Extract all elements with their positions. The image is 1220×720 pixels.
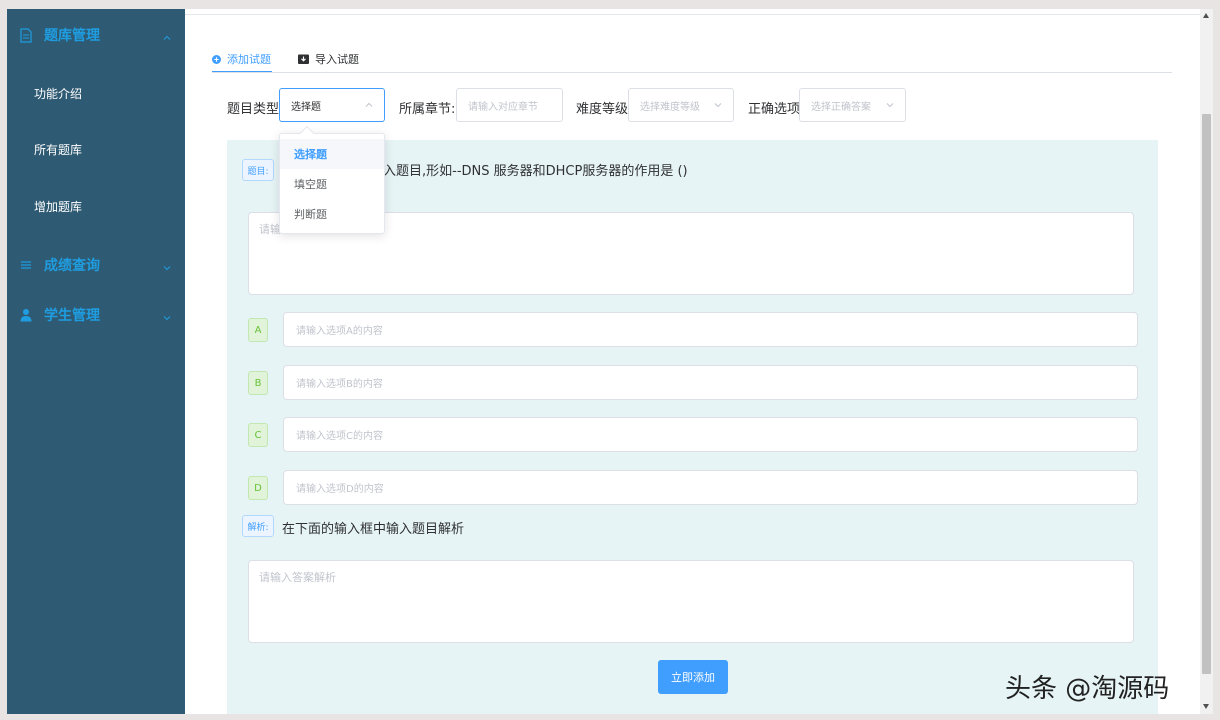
chapter-placeholder: 请输入对应章节 xyxy=(468,101,538,113)
question-hint: 入题目,形如--DNS 服务器和DHCP服务器的作用是 () xyxy=(383,164,688,179)
difficulty-select[interactable]: 选择难度等级 xyxy=(628,88,734,122)
dropdown-option-judge[interactable]: 判断题 xyxy=(280,199,384,229)
correct-answer-placeholder: 选择正确答案 xyxy=(811,101,871,113)
tabs-divider xyxy=(212,72,1172,73)
dropdown-option-fill[interactable]: 填空题 xyxy=(280,169,384,199)
sidebar-item-label: 所有题库 xyxy=(34,142,83,157)
chevron-down-icon xyxy=(713,100,723,110)
question-type-value: 选择题 xyxy=(291,101,321,113)
chevron-down-icon xyxy=(885,100,895,110)
chapter-input[interactable]: 请输入对应章节 xyxy=(456,88,563,122)
option-b-input[interactable]: 请输入选项B的内容 xyxy=(283,365,1138,400)
correct-answer-label: 正确选项: xyxy=(748,102,805,117)
chevron-up-icon xyxy=(162,28,176,42)
sidebar: 题库管理 功能介绍 所有题库 增加题库 成绩查询 学生管理 xyxy=(7,9,185,714)
option-placeholder: 请输入选项D的内容 xyxy=(296,484,384,495)
tab-label: 添加试题 xyxy=(227,53,271,66)
sidebar-item-label: 增加题库 xyxy=(34,199,83,214)
chevron-down-icon xyxy=(162,258,176,272)
difficulty-label: 难度等级: xyxy=(576,102,633,117)
question-type-dropdown: 选择题 填空题 判断题 xyxy=(279,125,385,234)
scroll-up-arrow-icon[interactable] xyxy=(1203,13,1209,18)
sidebar-item-all-banks[interactable]: 所有题库 xyxy=(7,129,185,169)
divider xyxy=(185,14,1200,15)
submit-add-button[interactable]: 立即添加 xyxy=(658,660,728,694)
tab-label: 导入试题 xyxy=(315,53,359,66)
dropdown-option-choice[interactable]: 选择题 xyxy=(280,139,384,169)
analysis-hint: 在下面的输入框中输入题目解析 xyxy=(282,522,465,537)
option-a-badge: A xyxy=(248,318,268,342)
sidebar-item-label: 功能介绍 xyxy=(34,86,83,101)
chevron-down-icon xyxy=(162,308,176,322)
question-tag: 题目: xyxy=(242,159,274,181)
analysis-tag: 解析: xyxy=(242,515,274,537)
question-type-label: 题目类型: xyxy=(227,102,284,117)
document-icon xyxy=(19,27,33,43)
option-d-badge: D xyxy=(248,476,268,500)
vertical-scrollbar[interactable] xyxy=(1200,9,1213,714)
chapter-label: 所属章节: xyxy=(399,102,456,117)
main-content: 添加试题 导入试题 题目类型: 选择题 所属章节: 请输入对应章节 难度等级: … xyxy=(185,9,1200,714)
option-b-badge: B xyxy=(248,371,268,395)
scrollbar-thumb[interactable] xyxy=(1202,114,1211,674)
sidebar-item-add-bank[interactable]: 增加题库 xyxy=(7,186,185,226)
tab-add-question[interactable]: 添加试题 xyxy=(212,50,271,68)
question-type-select[interactable]: 选择题 xyxy=(279,88,385,122)
option-placeholder: 请输入选项C的内容 xyxy=(296,431,383,442)
difficulty-placeholder: 选择难度等级 xyxy=(640,101,700,113)
option-d-input[interactable]: 请输入选项D的内容 xyxy=(283,470,1138,505)
sidebar-group-grades[interactable]: 成绩查询 xyxy=(7,250,185,280)
sidebar-item-intro[interactable]: 功能介绍 xyxy=(7,73,185,113)
user-icon xyxy=(19,307,33,323)
sidebar-group-label: 成绩查询 xyxy=(44,258,100,274)
chevron-up-icon xyxy=(364,100,374,110)
sidebar-group-label: 题库管理 xyxy=(44,28,100,44)
sidebar-group-students[interactable]: 学生管理 xyxy=(7,300,185,330)
analysis-placeholder: 请输入答案解析 xyxy=(259,571,336,584)
tab-import-question[interactable]: 导入试题 xyxy=(298,50,359,68)
sidebar-group-label: 学生管理 xyxy=(44,308,100,324)
scroll-down-arrow-icon[interactable] xyxy=(1203,704,1209,709)
plus-circle-icon xyxy=(212,54,221,64)
option-c-input[interactable]: 请输入选项C的内容 xyxy=(283,417,1138,452)
option-a-input[interactable]: 请输入选项A的内容 xyxy=(283,312,1138,347)
folder-import-icon xyxy=(298,54,309,64)
correct-answer-select[interactable]: 选择正确答案 xyxy=(799,88,906,122)
list-icon xyxy=(19,257,33,273)
sidebar-group-question-bank[interactable]: 题库管理 xyxy=(7,20,185,50)
option-placeholder: 请输入选项A的内容 xyxy=(296,326,383,337)
question-placeholder: 请输 xyxy=(259,223,281,236)
watermark: 头条 @淘源码 xyxy=(1005,674,1170,704)
analysis-textarea[interactable]: 请输入答案解析 xyxy=(248,560,1134,643)
option-c-badge: C xyxy=(248,423,268,447)
option-placeholder: 请输入选项B的内容 xyxy=(296,379,383,390)
